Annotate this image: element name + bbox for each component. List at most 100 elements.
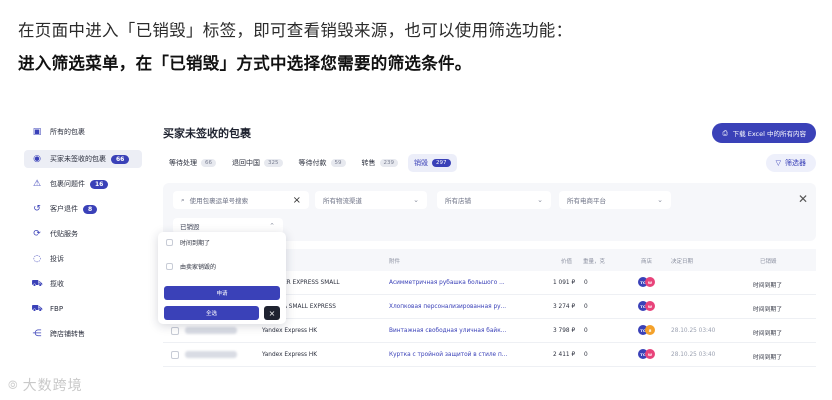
redacted-tracking-number [185, 351, 237, 358]
select-value: 所有店铺 [445, 197, 471, 205]
sidebar-item-fbp[interactable]: ⛟ FBP [24, 300, 142, 318]
close-icon[interactable]: ✕ [798, 192, 808, 206]
watermark-logo-icon: ⦾ [8, 377, 19, 392]
header-date: 决定日期 [671, 259, 694, 265]
price: 1 091 ₽ [553, 280, 576, 286]
header-weight: 重量，克 [583, 259, 606, 265]
option-checkbox[interactable] [166, 263, 173, 270]
goods-link[interactable]: Хлопковая персонализированная ру... [389, 304, 506, 310]
tab-pending[interactable]: 等待处理 66 [163, 154, 222, 172]
sidebar-item-label: 客户退件 [50, 205, 78, 213]
option-label: 由卖家销毁的 [180, 264, 217, 271]
sidebar-item-label: 揽收 [50, 280, 64, 288]
table-row[interactable]: Yandex Express HK Куртка с тройной защит… [163, 343, 816, 367]
sidebar-item-label: 包裹问题件 [50, 180, 85, 188]
price: 3 798 ₽ [553, 328, 576, 334]
goods-link[interactable]: Куртка с тройной защитой в стиле п... [389, 352, 507, 358]
sidebar-item-labeling-service[interactable]: ⟳ 代贴服务 [24, 225, 142, 243]
chat-icon: ◌ [33, 254, 41, 264]
store-select[interactable]: 所有店铺 ⌄ [437, 191, 551, 209]
weight: 0 [584, 352, 588, 358]
store-logos: TC Я [638, 325, 655, 335]
intro-line-2: 进入筛选菜单，在「已销毁」方式中选择您需要的筛选条件。 [18, 54, 472, 73]
redacted-tracking-number [185, 327, 237, 334]
sidebar-item-all-packages[interactable]: ▣ 所有的包裹 [24, 123, 142, 141]
destroyed-status: 时间到期了 [753, 283, 782, 289]
decision-date: 28.10.25 03:40 [671, 352, 716, 358]
tab-return-china[interactable]: 退回中国 325 [226, 154, 289, 172]
row-checkbox[interactable] [171, 327, 179, 335]
weight: 0 [584, 280, 588, 286]
download-excel-button[interactable]: ⎙ 下载 Excel 中的所有内容 [712, 123, 816, 143]
chevron-down-icon: ⌄ [537, 196, 543, 204]
sidebar-item-label: 所有的包裹 [50, 128, 85, 136]
watermark: ⦾ 大数跨境 [8, 375, 83, 395]
download-icon: ⎙ [722, 128, 728, 137]
warning-icon: ⚠ [32, 179, 42, 189]
option-expired[interactable]: 时间到期了 [166, 238, 210, 247]
destroyed-status: 时间到期了 [753, 331, 782, 337]
sidebar-item-returns[interactable]: ↺ 客户退件 8 [24, 200, 142, 218]
return-icon: ↺ [33, 204, 41, 214]
platform-select[interactable]: 所有电商平台 ⌄ [559, 191, 671, 209]
goods-link[interactable]: Винтажная свободная уличная байк... [389, 328, 506, 334]
destroyed-status: 时间到期了 [753, 355, 782, 361]
tab-count: 325 [264, 159, 283, 167]
share-icon: ⋲ [32, 329, 42, 339]
sidebar-item-label: FBP [50, 305, 64, 313]
shipping-method: A SMALL EXPRESS [283, 304, 336, 310]
shipping-method: Yandex Express HK [262, 352, 318, 358]
header-store: 商店 [641, 259, 653, 265]
sidebar-item-label: 跨店铺转售 [50, 330, 85, 338]
page-title: 买家未签收的包裹 [163, 127, 251, 140]
tab-destroyed[interactable]: 销毁 297 [408, 154, 457, 172]
chevron-down-icon: ⌄ [657, 196, 663, 204]
logistics-select[interactable]: 所有物流渠道 ⌄ [315, 191, 427, 209]
sidebar-item-unreceived[interactable]: ◉ 买家未签收的包裹 66 [24, 150, 142, 168]
option-destroyed-by-seller[interactable]: 由卖家销毁的 [166, 262, 216, 271]
tab-label: 等待处理 [169, 159, 197, 167]
sidebar-item-label: 代贴服务 [50, 230, 78, 238]
destroyed-status: 时间到期了 [753, 307, 782, 313]
weight: 0 [584, 328, 588, 334]
store-logos: TC W [638, 349, 655, 359]
count-badge: 66 [111, 154, 130, 164]
select-all-button[interactable]: 全选 [164, 306, 259, 320]
intro-line-1: 在页面中进入「已销毁」标签，即可查看销毁来源，也可以使用筛选功能： [18, 21, 573, 40]
truck-icon: ⛟ [31, 303, 43, 314]
tab-label: 退回中国 [232, 159, 260, 167]
store-logos: TC W [638, 277, 655, 287]
tab-awaiting-payment[interactable]: 等待付款 59 [293, 154, 352, 172]
sidebar-item-pickup[interactable]: ⛟ 揽收 [24, 275, 142, 293]
clear-search-icon[interactable]: × [293, 195, 301, 206]
select-value: 所有物流渠道 [323, 197, 362, 205]
sidebar-item-label: 买家未签收的包裹 [50, 155, 106, 163]
tab-count: 297 [432, 159, 451, 167]
close-icon[interactable]: × [264, 306, 280, 320]
filter-button[interactable]: ▽ 筛选器 [765, 154, 816, 172]
eye-icon: ◉ [33, 154, 41, 164]
weight: 0 [584, 304, 588, 310]
row-checkbox[interactable] [171, 351, 179, 359]
app-screenshot: ▣ 所有的包裹 ◉ 买家未签收的包裹 66 ⚠ 包裹问题件 16 ↺ 客户退件 … [18, 113, 816, 373]
search-input[interactable]: ⌕ 使用包裹运单号搜索 × [173, 191, 309, 209]
sidebar-item-problem-packages[interactable]: ⚠ 包裹问题件 16 [24, 175, 142, 193]
filter-label: 筛选器 [785, 159, 806, 167]
tab-label: 等待付款 [298, 159, 327, 167]
tab-resale[interactable]: 转售 239 [356, 154, 405, 172]
select-value: 已销毁 [180, 223, 200, 231]
option-label: 时间到期了 [180, 240, 211, 247]
goods-link[interactable]: Асимметричная рубашка большого ... [389, 280, 505, 286]
filter-icon: ▽ [775, 159, 781, 167]
price: 3 274 ₽ [553, 304, 576, 310]
price: 2 411 ₽ [553, 352, 576, 358]
sidebar-item-label: 投诉 [50, 255, 64, 263]
sidebar-item-cross-store-resale[interactable]: ⋲ 跨店铺转售 [24, 325, 142, 343]
tab-label: 转售 [361, 159, 376, 167]
sidebar: ▣ 所有的包裹 ◉ 买家未签收的包裹 66 ⚠ 包裹问题件 16 ↺ 客户退件 … [18, 113, 150, 373]
sidebar-item-complaints[interactable]: ◌ 投诉 [24, 250, 142, 268]
download-label: 下载 Excel 中的所有内容 [732, 130, 806, 138]
option-checkbox[interactable] [166, 239, 173, 246]
apply-button[interactable]: 申请 [164, 286, 280, 300]
header-destroyed: 已销毁 [760, 259, 777, 265]
